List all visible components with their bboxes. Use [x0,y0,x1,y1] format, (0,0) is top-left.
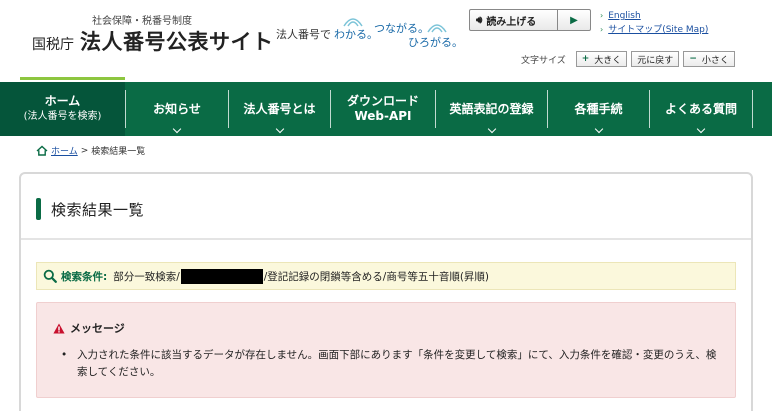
global-nav: ホーム (法人番号を検索) お知らせ 法人番号とは ダウンロード Web-API… [0,82,772,136]
search-condition-suffix: /登記記録の閉鎖等含める/商号等五十音順(昇順) [263,270,490,283]
tagline: 法人番号で わかる。 つながる。 ひろがる。 [276,18,466,50]
font-size-controls: 文字サイズ + 大きく 元に戻す − 小さく [521,51,735,67]
arrow-right-icon: › [600,11,604,20]
english-link[interactable]: › English [600,9,708,23]
search-condition-bar: 検索条件: 部分一致検索/ /登記記録の閉鎖等含める/商号等五十音順(昇順) [36,262,736,290]
nav-item-faq[interactable]: よくある質問 [650,82,752,136]
tagline-hirogaru: ひろがる。 [408,36,463,49]
utility-links: › English › サイトマップ(Site Map) [600,9,708,37]
site-header: 社会保障・税番号制度 国税庁 法人番号公表サイト 法人番号で わかる。 つながる… [0,0,772,82]
font-larger-button[interactable]: + 大きく [575,51,628,67]
search-condition-prefix: 部分一致検索/ [113,270,180,283]
title-accent-bar [36,198,41,220]
minus-icon: − [689,54,697,64]
redacted-keyword [180,268,263,284]
font-reset-label: 元に戻す [637,55,674,66]
nav-item-news[interactable]: お知らせ [126,82,228,136]
breadcrumb-current: 検索結果一覧 [91,147,146,157]
nav-item-english[interactable]: 英語表記の登録 [436,82,547,136]
nav-item-label: ホーム [44,94,81,108]
plus-icon: + [581,54,590,64]
play-icon: ▶ [570,14,578,26]
play-button[interactable]: ▶ [558,10,590,30]
font-reset-button[interactable]: 元に戻す [631,51,680,67]
results-card: 検索結果一覧 検索条件: 部分一致検索/ /登記記録の閉鎖等含める/商号等五十音… [19,172,753,411]
active-nav-indicator [20,77,125,80]
message-header: メッセージ [53,320,125,336]
nav-item-download[interactable]: ダウンロード Web-API [331,82,435,136]
search-condition-label: 検索条件: [61,270,108,283]
nav-item-label: お知らせ [153,101,201,116]
chevron-down-icon [594,124,603,134]
chevron-down-icon [487,124,496,134]
sitemap-link-label: サイトマップ(Site Map) [608,25,709,35]
logo-subtitle: 社会保障・税番号制度 [92,16,192,27]
english-link-label: English [608,11,641,21]
breadcrumb: ホーム > 検索結果一覧 [36,144,145,157]
nav-item-home[interactable]: ホーム (法人番号を検索) [0,82,125,136]
chevron-down-icon [696,124,706,134]
sitemap-link[interactable]: › サイトマップ(Site Map) [600,23,708,37]
bullet-icon: • [61,349,68,361]
breadcrumb-separator: > [80,145,89,156]
chevron-down-icon [275,124,284,134]
arrow-right-icon: › [600,25,604,34]
tagline-prefix: 法人番号で [276,28,331,41]
read-aloud-button[interactable]: 🔊︎ 読み上げる [470,10,558,30]
nav-item-label: よくある質問 [664,101,737,116]
read-aloud-widget: 🔊︎ 読み上げる ▶ [469,9,591,31]
nav-item-label: 各種手続 [574,101,623,116]
page-title-text: 検索結果一覧 [51,200,145,219]
font-larger-label: 大きく [594,55,622,66]
wave-decoration-icon [427,24,447,33]
breadcrumb-home-link[interactable]: ホーム [51,144,78,157]
search-icon [43,269,57,283]
message-box: メッセージ • 入力された条件に該当するデータが存在しません。画面下部にあります… [36,302,736,398]
tagline-wakaru: わかる。 [334,28,378,41]
nav-item-procedures[interactable]: 各種手続 [548,82,649,136]
logo-agency: 国税庁 [32,37,74,53]
warning-icon [53,323,65,333]
chevron-down-icon [172,124,182,134]
logo-title: 法人番号公表サイト [80,30,274,54]
nav-item-sublabel: (法人番号を検索) [23,111,102,122]
read-aloud-label: 読み上げる [486,16,537,28]
font-smaller-button[interactable]: − 小さく [683,51,735,67]
nav-divider [752,90,753,128]
message-text: 入力された条件に該当するデータが存在しません。画面下部にあります「条件を変更して… [77,349,717,378]
nav-item-label: ダウンロード [346,94,419,108]
speaker-icon: 🔊︎ [476,14,483,26]
nav-item-label: 法人番号とは [243,101,316,116]
font-size-label: 文字サイズ [521,55,566,66]
nav-item-about[interactable]: 法人番号とは [229,82,330,136]
nav-item-sublabel: Web-API [354,109,412,123]
page-title: 検索結果一覧 [36,198,144,220]
home-icon [36,145,48,156]
message-list: • 入力された条件に該当するデータが存在しません。画面下部にあります「条件を変更… [61,347,721,381]
message-title: メッセージ [70,322,125,335]
nav-item-label: 英語表記の登録 [449,101,534,116]
card-divider [21,238,751,240]
font-smaller-label: 小さく [701,55,729,66]
